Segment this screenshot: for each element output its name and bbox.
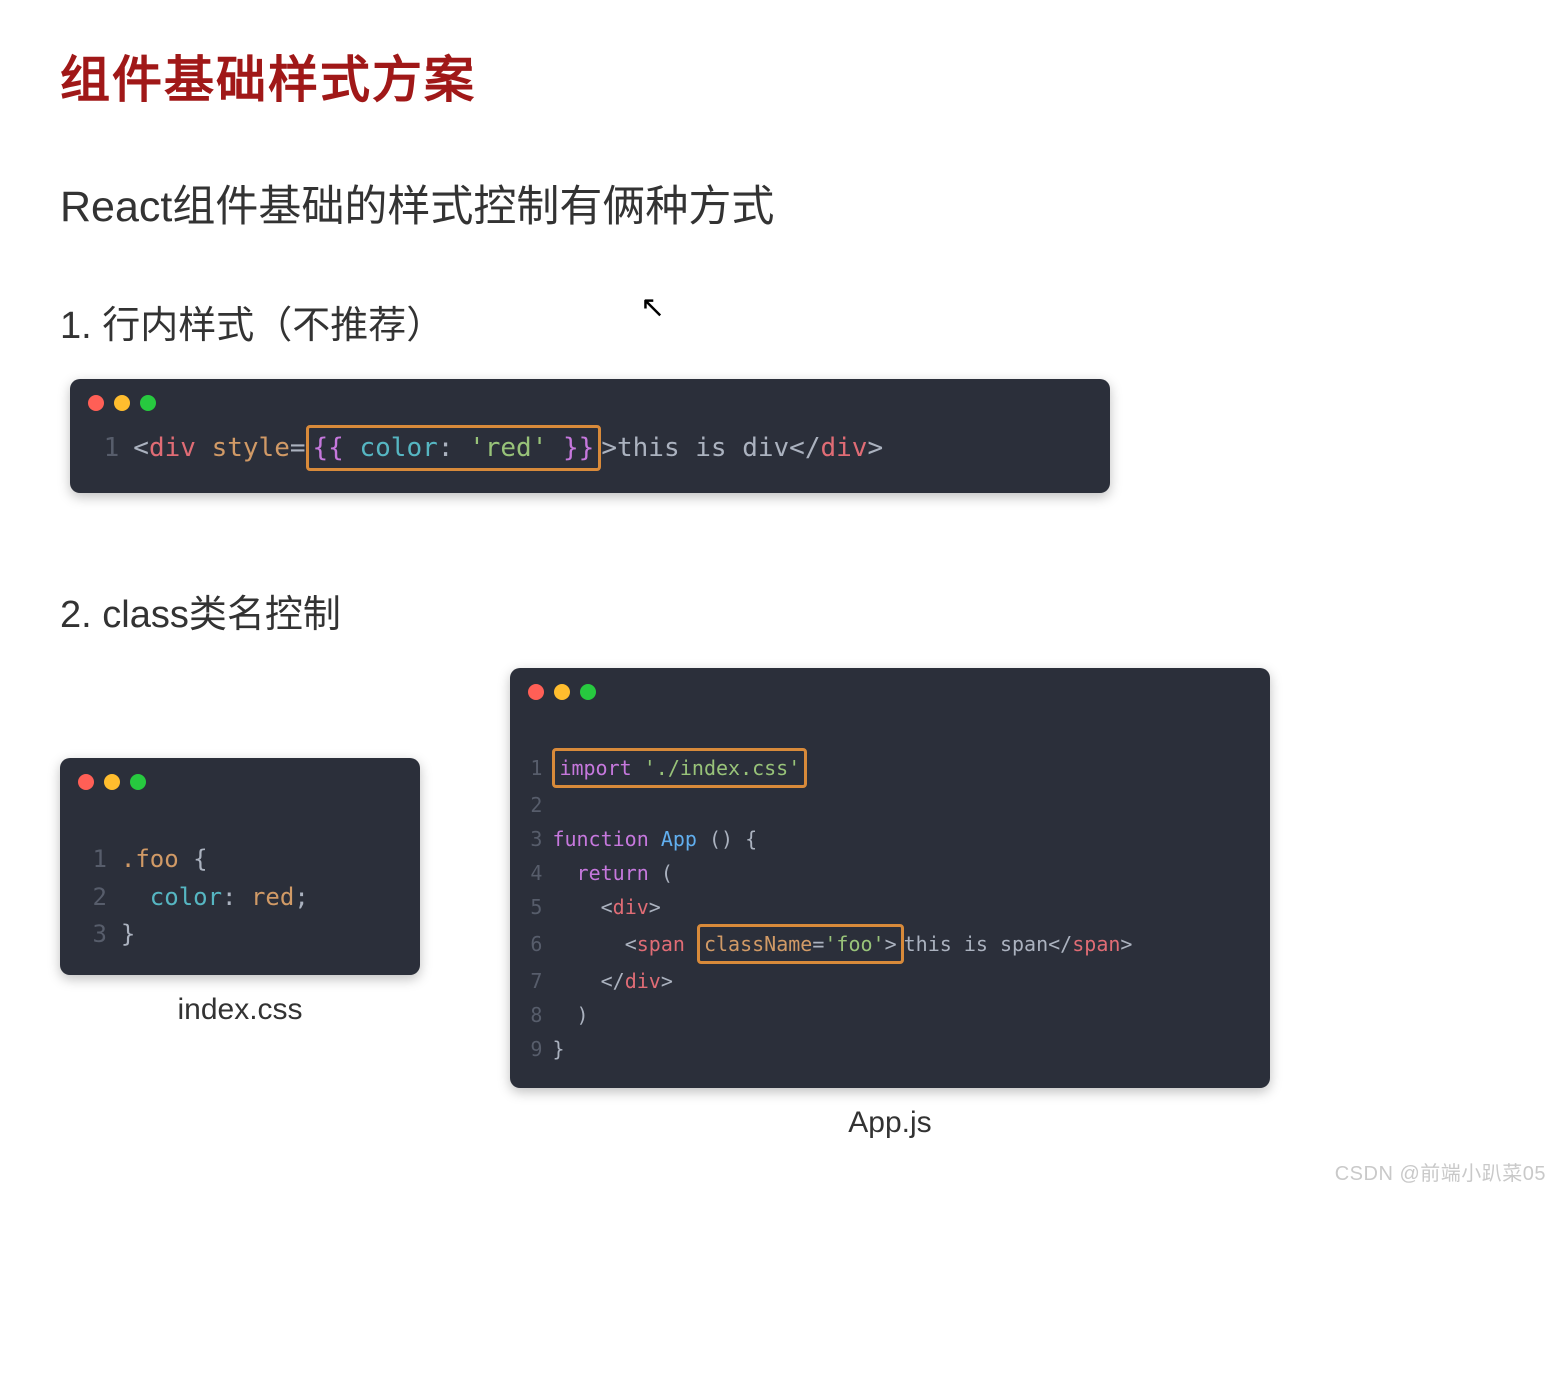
- page-title: 组件基础样式方案: [60, 40, 1506, 112]
- code-window-inline-style: 1<div style={{ color: 'red' }}>this is d…: [70, 379, 1110, 493]
- window-traffic-lights: [88, 395, 1092, 411]
- code-window-app-js: 1import './index.css' 2 3function App ()…: [510, 668, 1270, 1088]
- zoom-icon: [140, 395, 156, 411]
- highlight-box-classname: className='foo'>: [697, 924, 904, 964]
- line-number: 1: [88, 428, 119, 468]
- section-2-heading: 2. class类名控制: [60, 583, 1506, 638]
- highlight-box-import: import './index.css': [552, 748, 807, 788]
- window-traffic-lights: [528, 684, 1252, 700]
- section-1-heading: 1. 行内样式（不推荐）: [60, 294, 1506, 349]
- window-traffic-lights: [78, 774, 402, 790]
- close-icon: [78, 774, 94, 790]
- minimize-icon: [554, 684, 570, 700]
- close-icon: [528, 684, 544, 700]
- watermark: CSDN @前端小趴菜05: [1335, 1157, 1546, 1186]
- zoom-icon: [130, 774, 146, 790]
- code-line: 1<div style={{ color: 'red' }}>this is d…: [88, 425, 1092, 471]
- close-icon: [88, 395, 104, 411]
- caption-index-css: index.css: [177, 993, 302, 1027]
- page-subtitle: React组件基础的样式控制有俩种方式: [60, 172, 1506, 234]
- zoom-icon: [580, 684, 596, 700]
- caption-app-js: App.js: [848, 1106, 931, 1140]
- minimize-icon: [104, 774, 120, 790]
- minimize-icon: [114, 395, 130, 411]
- code-window-index-css: 1.foo { 2 color: red; 3}: [60, 758, 420, 975]
- highlight-box-style-object: {{ color: 'red' }}: [306, 425, 602, 471]
